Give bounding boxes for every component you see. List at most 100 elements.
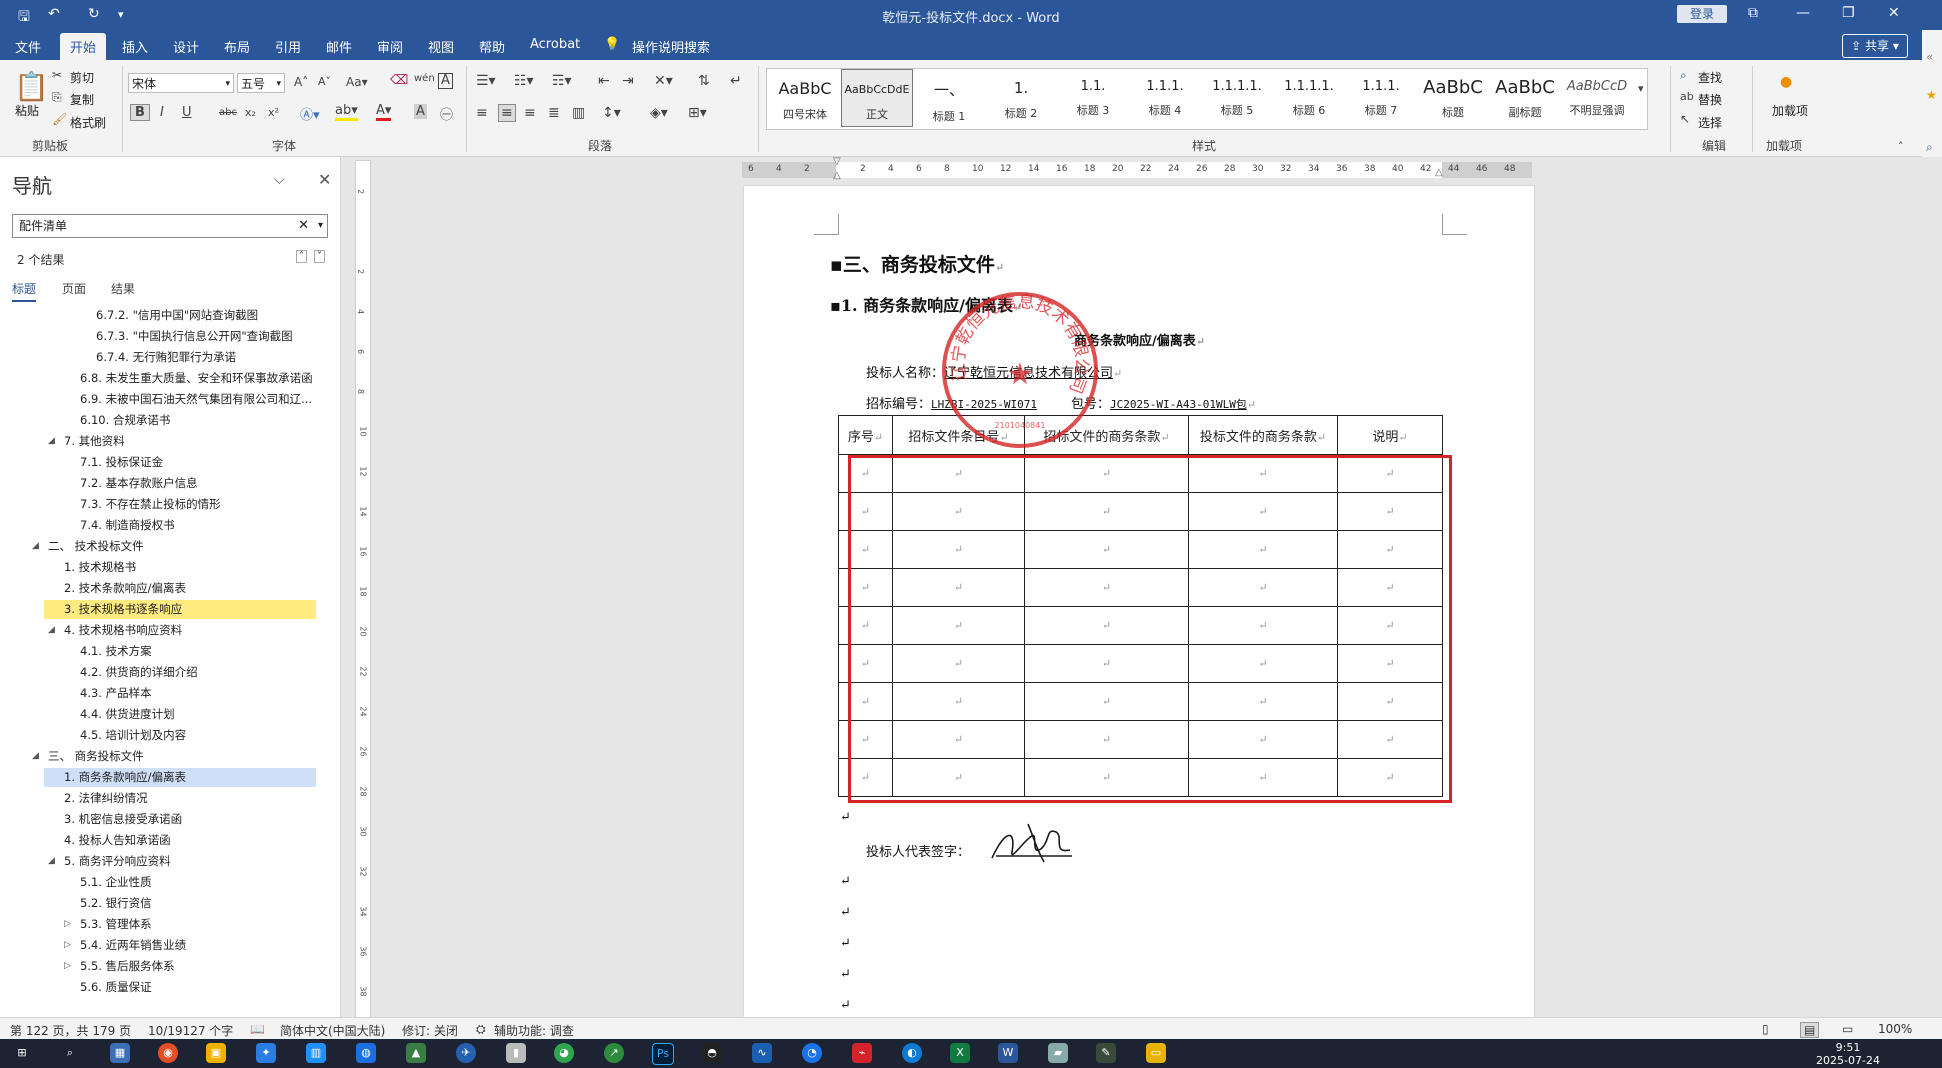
nav-options-icon[interactable]: ⌵ <box>274 172 285 188</box>
nav-close-icon[interactable]: ✕ <box>318 170 331 189</box>
clear-format-icon[interactable]: ⌫ <box>390 73 408 88</box>
align-right-icon[interactable]: ≡ <box>524 105 536 121</box>
distributed-icon[interactable]: ▥ <box>572 105 585 121</box>
char-border-icon[interactable]: A <box>438 73 453 89</box>
nav-tab-headings[interactable]: 标题 <box>12 280 37 302</box>
expand-arrow-icon[interactable]: ◢ <box>32 537 39 556</box>
tab-references[interactable]: 引用 <box>275 37 301 56</box>
nav-heading-item[interactable]: 1. 商务条款响应/偏离表 <box>44 768 316 787</box>
app-icon[interactable]: ◍ <box>356 1043 376 1063</box>
subscript-button[interactable]: x₂ <box>245 106 256 119</box>
style-item[interactable]: AaBbCcD 不明显强调 <box>1561 69 1633 127</box>
tab-file[interactable]: 文件 <box>15 37 41 56</box>
underline-button[interactable]: U <box>182 105 192 120</box>
nav-heading-item[interactable]: 4.4. 供货进度计划 <box>80 705 175 724</box>
expand-arrow-icon[interactable]: ◢ <box>48 432 55 451</box>
tab-help[interactable]: 帮助 <box>479 37 505 56</box>
increase-indent-icon[interactable]: ⇥ <box>622 73 634 89</box>
collapse-arrow-icon[interactable]: ▷ <box>64 936 71 955</box>
nav-heading-item[interactable]: 5.6. 质量保证 <box>80 978 152 997</box>
nav-heading-item[interactable]: 7.1. 投标保证金 <box>80 453 163 472</box>
numbering-icon[interactable]: ☷▾ <box>514 73 534 89</box>
login-button[interactable]: 登录 <box>1677 5 1727 23</box>
first-line-indent-marker[interactable]: ▽ <box>833 156 841 167</box>
align-center-icon[interactable]: ≡ <box>498 104 516 122</box>
nav-heading-item[interactable]: 6.9. 未被中国石油天然气集团有限公司和辽... <box>80 390 312 409</box>
show-marks-icon[interactable]: ↵ <box>730 73 742 89</box>
nav-heading-item[interactable]: ▷ 5.4. 近两年销售业绩 <box>64 936 186 955</box>
expand-arrow-icon[interactable]: ◢ <box>48 852 55 871</box>
language-status[interactable]: 简体中文(中国大陆) <box>280 1022 385 1039</box>
chinese-layout-icon[interactable]: ✕▾ <box>654 73 673 89</box>
justify-icon[interactable]: ≣ <box>548 105 560 121</box>
select-button[interactable]: 选择 <box>1698 114 1722 131</box>
nav-heading-item[interactable]: 4.3. 产品样本 <box>80 684 152 703</box>
char-shading-icon[interactable]: A <box>414 104 427 119</box>
nav-heading-item[interactable]: 4.5. 培训计划及内容 <box>80 726 186 745</box>
app-icon[interactable]: ▲ <box>406 1043 426 1063</box>
acrobat-icon[interactable]: ⌁ <box>852 1043 872 1063</box>
collapse-arrow-icon[interactable]: ▷ <box>64 915 71 934</box>
highlight-icon[interactable]: ab▾ <box>335 104 358 121</box>
styles-more-icon[interactable]: ▾ <box>1638 82 1644 95</box>
track-changes-status[interactable]: 修订: 关闭 <box>402 1022 458 1039</box>
nav-heading-item[interactable]: ▷ 5.3. 管理体系 <box>64 915 152 934</box>
star-icon[interactable]: ★ <box>1926 88 1937 102</box>
nav-heading-item[interactable]: 4. 投标人告知承诺函 <box>64 831 171 850</box>
tell-me-search[interactable]: 操作说明搜索 <box>632 37 710 56</box>
app-icon[interactable]: ▣ <box>206 1043 226 1063</box>
shading-icon[interactable]: ◈▾ <box>650 105 668 121</box>
app-icon[interactable]: ◔ <box>802 1043 822 1063</box>
windows-start-icon[interactable]: ⊞ <box>12 1043 32 1063</box>
tab-view[interactable]: 视图 <box>428 37 454 56</box>
style-item[interactable]: 一、 标题 1 <box>913 69 985 127</box>
enclose-char-icon[interactable]: ㊀ <box>440 104 453 123</box>
nav-heading-item[interactable]: 6.8. 未发生重大质量、安全和环保事故承诺函 <box>80 369 313 388</box>
font-color-icon[interactable]: A▾ <box>376 104 392 121</box>
nav-heading-item[interactable]: 7.2. 基本存款账户信息 <box>80 474 198 493</box>
nav-heading-item[interactable]: 2. 技术条款响应/偏离表 <box>64 579 186 598</box>
format-painter-button[interactable]: 格式刷 <box>70 114 106 131</box>
search-icon[interactable]: ⌕ <box>60 1043 80 1063</box>
nav-heading-item[interactable]: 7.4. 制造商授权书 <box>80 516 175 535</box>
bold-button[interactable]: B <box>130 104 150 121</box>
style-item[interactable]: 1.1.1.1. 标题 6 <box>1273 69 1345 127</box>
next-result-icon[interactable]: ˅ <box>314 250 325 263</box>
accessibility-status[interactable]: 辅助功能: 调查 <box>494 1022 574 1039</box>
zoom-level[interactable]: 100% <box>1878 1022 1912 1036</box>
print-layout-icon[interactable]: ▤ <box>1800 1022 1820 1038</box>
search-dropdown-icon[interactable]: ▾ <box>318 215 323 237</box>
ribbon-display-icon[interactable]: ⧉ <box>1748 5 1758 21</box>
nav-heading-item[interactable]: 2. 法律纠纷情况 <box>64 789 148 808</box>
prev-result-icon[interactable]: ˄ <box>296 250 307 263</box>
app-icon[interactable]: ▮ <box>506 1043 526 1063</box>
nav-heading-item[interactable]: ◢ 三、 商务投标文件 <box>32 747 144 766</box>
nav-heading-item[interactable]: 3. 机密信息接受承诺函 <box>64 810 182 829</box>
web-layout-icon[interactable]: ▭ <box>1842 1022 1853 1036</box>
qq-icon[interactable]: ◓ <box>702 1043 722 1063</box>
decrease-indent-icon[interactable]: ⇤ <box>598 73 610 89</box>
proofing-icon[interactable]: 📖 <box>250 1022 265 1036</box>
paste-icon[interactable]: 📋 <box>14 70 49 103</box>
nav-heading-item[interactable]: ◢ 5. 商务评分响应资料 <box>48 852 171 871</box>
nav-heading-item[interactable]: 4.1. 技术方案 <box>80 642 152 661</box>
word-icon[interactable]: W <box>998 1043 1018 1063</box>
superscript-button[interactable]: x² <box>268 106 279 119</box>
nav-tab-pages[interactable]: 页面 <box>62 280 86 297</box>
grow-font-icon[interactable]: A˄ <box>294 75 308 89</box>
search-icon[interactable]: ⌕ <box>1926 140 1933 155</box>
read-mode-icon[interactable]: ▯ <box>1762 1022 1769 1036</box>
nav-heading-item[interactable]: 5.2. 银行资信 <box>80 894 152 913</box>
browser-icon[interactable]: ◉ <box>158 1043 178 1063</box>
expand-arrow-icon[interactable]: ◢ <box>32 747 39 766</box>
font-name-combo[interactable]: 宋体 ▾ <box>128 73 234 93</box>
nav-heading-item[interactable]: ◢ 7. 其他资料 <box>48 432 125 451</box>
style-item[interactable]: 1.1.1.1. 标题 5 <box>1201 69 1273 127</box>
tab-design[interactable]: 设计 <box>173 37 199 56</box>
bullets-icon[interactable]: ☰▾ <box>476 73 496 89</box>
nav-heading-item[interactable]: 4.2. 供货商的详细介绍 <box>80 663 198 682</box>
close-button[interactable]: ✕ <box>1888 5 1900 21</box>
nav-heading-item[interactable]: 5.1. 企业性质 <box>80 873 152 892</box>
app-icon[interactable]: ✎ <box>1096 1043 1116 1063</box>
app-icon[interactable]: ▰ <box>1048 1043 1068 1063</box>
